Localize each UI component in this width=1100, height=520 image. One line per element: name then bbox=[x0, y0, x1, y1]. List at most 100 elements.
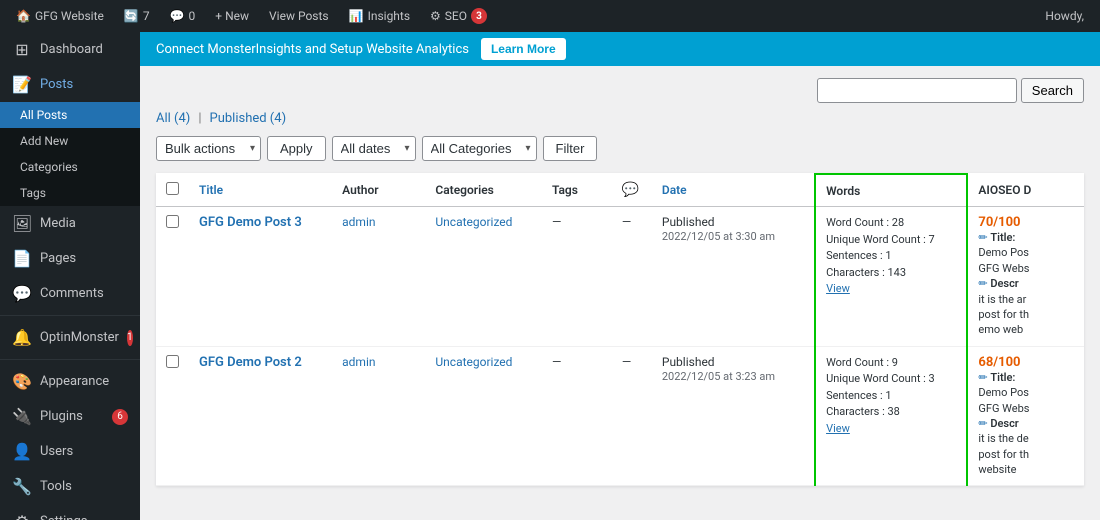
row2-tags-cell: — bbox=[542, 346, 612, 486]
sidebar-item-users[interactable]: 👤 Users bbox=[0, 434, 140, 469]
banner-text: Connect MonsterInsights and Setup Websit… bbox=[156, 42, 469, 57]
content-area: Connect MonsterInsights and Setup Websit… bbox=[140, 32, 1100, 520]
new-label: + New bbox=[215, 9, 249, 23]
insights-label: Insights bbox=[368, 9, 410, 23]
sidebar-item-optinmonster[interactable]: 🔔 OptinMonster 1 bbox=[0, 320, 140, 355]
search-row: Search bbox=[156, 78, 1084, 103]
row1-title-link[interactable]: GFG Demo Post 3 bbox=[199, 215, 302, 230]
row1-comments-cell: — bbox=[612, 207, 652, 347]
plugins-badge: 6 bbox=[112, 409, 128, 425]
sidebar-label-appearance: Appearance bbox=[40, 374, 109, 389]
row1-tags-cell: — bbox=[542, 207, 612, 347]
sidebar-item-dashboard[interactable]: ⊞ Dashboard bbox=[0, 32, 140, 67]
th-title[interactable]: Title bbox=[189, 174, 332, 207]
sidebar-item-all-posts[interactable]: All Posts bbox=[0, 102, 140, 128]
toolbar: Bulk actions ▾ Apply All dates ▾ All Cat… bbox=[156, 136, 1084, 161]
main-layout: ⊞ Dashboard 📝 Posts All Posts Add New Ca… bbox=[0, 32, 1100, 520]
apply-button[interactable]: Apply bbox=[267, 136, 326, 161]
sidebar-item-add-new[interactable]: Add New bbox=[0, 128, 140, 154]
row1-category-link[interactable]: Uncategorized bbox=[435, 215, 512, 229]
row1-edit-desc-icon[interactable]: ✏ bbox=[978, 277, 987, 290]
sidebar-label-comments: Comments bbox=[40, 286, 104, 301]
table-row: GFG Demo Post 2 admin Uncategorized — — … bbox=[156, 346, 1084, 486]
row2-unique-word-count: Unique Word Count : 3 bbox=[826, 371, 956, 388]
page-content: Search All (4) | Published (4) Bulk acti… bbox=[140, 66, 1100, 520]
seo-badge: 3 bbox=[471, 8, 487, 24]
th-categories: Categories bbox=[425, 174, 542, 207]
insights-item[interactable]: 📊 Insights bbox=[341, 0, 418, 32]
sidebar-label-settings: Settings bbox=[40, 514, 87, 520]
row1-aioseo-cell: 70/100 ✏ Title: Demo PosGFG Webs ✏ Descr… bbox=[967, 207, 1084, 347]
sidebar-label-dashboard: Dashboard bbox=[40, 42, 103, 57]
row2-title-link[interactable]: GFG Demo Post 2 bbox=[199, 355, 302, 370]
row1-view-link[interactable]: View bbox=[826, 282, 850, 295]
search-input[interactable] bbox=[817, 78, 1017, 103]
row1-edit-title-icon[interactable]: ✏ bbox=[978, 231, 987, 244]
row2-view-link[interactable]: View bbox=[826, 422, 850, 435]
sidebar-item-tags[interactable]: Tags bbox=[0, 180, 140, 206]
sidebar-item-comments[interactable]: 💬 Comments bbox=[0, 276, 140, 311]
sidebar: ⊞ Dashboard 📝 Posts All Posts Add New Ca… bbox=[0, 32, 140, 520]
sidebar-item-posts[interactable]: 📝 Posts bbox=[0, 67, 140, 102]
new-item[interactable]: + New bbox=[207, 0, 257, 32]
sidebar-item-plugins[interactable]: 🔌 Plugins 6 bbox=[0, 399, 140, 434]
search-button[interactable]: Search bbox=[1021, 78, 1084, 103]
dashboard-icon: ⊞ bbox=[12, 40, 32, 59]
view-posts-item[interactable]: View Posts bbox=[261, 0, 337, 32]
filter-published[interactable]: Published (4) bbox=[210, 111, 287, 126]
row2-edit-title-icon[interactable]: ✏ bbox=[978, 371, 987, 384]
filter-button[interactable]: Filter bbox=[543, 136, 598, 161]
dates-select[interactable]: All dates bbox=[332, 136, 416, 161]
row1-author-link[interactable]: admin bbox=[342, 215, 375, 229]
site-home[interactable]: 🏠 GFG Website bbox=[8, 0, 112, 32]
users-icon: 👤 bbox=[12, 442, 32, 461]
seo-label: SEO bbox=[445, 9, 467, 23]
row1-date-value: 2022/12/05 at 3:30 am bbox=[662, 230, 775, 243]
sidebar-item-pages[interactable]: 📄 Pages bbox=[0, 241, 140, 276]
comment-count: 0 bbox=[189, 9, 196, 23]
posts-icon: 📝 bbox=[12, 75, 32, 94]
sidebar-item-categories[interactable]: Categories bbox=[0, 154, 140, 180]
bulk-actions-select[interactable]: Bulk actions bbox=[156, 136, 261, 161]
sidebar-item-tools[interactable]: 🔧 Tools bbox=[0, 469, 140, 504]
select-all-checkbox[interactable] bbox=[166, 182, 179, 195]
posts-submenu: All Posts Add New Categories Tags bbox=[0, 102, 140, 206]
row2-aioseo-title-text: Demo PosGFG Webs bbox=[978, 385, 1074, 416]
row2-author-link[interactable]: admin bbox=[342, 355, 375, 369]
row1-checkbox[interactable] bbox=[166, 215, 179, 228]
th-words: Words bbox=[815, 174, 967, 207]
comment-header-icon: 💬 bbox=[622, 182, 639, 198]
filter-all[interactable]: All (4) bbox=[156, 111, 190, 126]
comments-item[interactable]: 💬 0 bbox=[162, 0, 204, 32]
filter-sep: | bbox=[198, 111, 201, 126]
sidebar-label-optinmonster: OptinMonster bbox=[40, 330, 119, 345]
home-icon: 🏠 bbox=[16, 9, 31, 23]
th-comments: 💬 bbox=[612, 174, 652, 207]
update-count: 7 bbox=[143, 9, 150, 23]
comments-icon: 💬 bbox=[12, 284, 32, 303]
learn-more-button[interactable]: Learn More bbox=[481, 38, 566, 60]
row2-aioseo-cell: 68/100 ✏ Title: Demo PosGFG Webs ✏ Descr… bbox=[967, 346, 1084, 486]
sidebar-label-users: Users bbox=[40, 444, 73, 459]
row1-checkbox-cell bbox=[156, 207, 189, 347]
sidebar-label-tools: Tools bbox=[40, 479, 72, 494]
th-author: Author bbox=[332, 174, 425, 207]
seo-item[interactable]: ⚙ SEO 3 bbox=[422, 0, 495, 32]
row2-edit-desc-icon[interactable]: ✏ bbox=[978, 417, 987, 430]
row2-date-value: 2022/12/05 at 3:23 am bbox=[662, 370, 775, 383]
row1-aioseo-title: ✏ Title: bbox=[978, 230, 1074, 245]
categories-wrapper: All Categories ▾ bbox=[422, 136, 537, 161]
updates-item[interactable]: 🔄 7 bbox=[116, 0, 158, 32]
sidebar-label-pages: Pages bbox=[40, 251, 76, 266]
sidebar-item-media[interactable]: 🖼 Media bbox=[0, 206, 140, 241]
row1-sentences: Sentences : 1 bbox=[826, 248, 956, 265]
th-aioseo: AIOSEO D bbox=[967, 174, 1084, 207]
row2-aioseo-desc-text: it is the depost for thwebsite bbox=[978, 431, 1074, 477]
sidebar-item-settings[interactable]: ⚙ Settings bbox=[0, 504, 140, 520]
row2-checkbox[interactable] bbox=[166, 355, 179, 368]
categories-select[interactable]: All Categories bbox=[422, 136, 537, 161]
row2-date-cell: Published 2022/12/05 at 3:23 am bbox=[652, 346, 815, 486]
th-date[interactable]: Date bbox=[652, 174, 815, 207]
sidebar-item-appearance[interactable]: 🎨 Appearance bbox=[0, 364, 140, 399]
row2-category-link[interactable]: Uncategorized bbox=[435, 355, 512, 369]
